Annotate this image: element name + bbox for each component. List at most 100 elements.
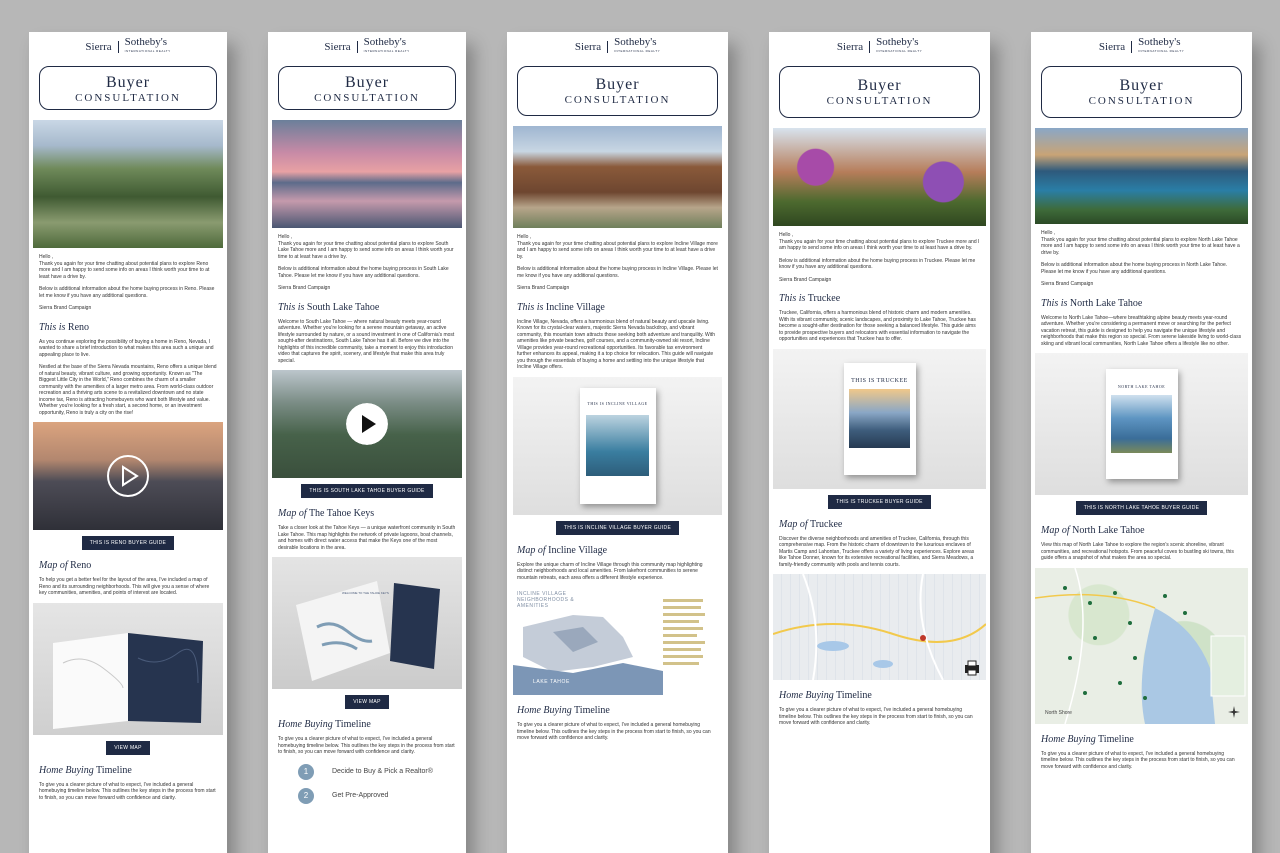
additional-info: Below is additional information about th… xyxy=(779,257,976,271)
logo: Sierra Sotheby's INTERNATIONAL REALTY xyxy=(1098,36,1185,53)
greeting: Hello , Thank you again for your time cha… xyxy=(779,232,980,251)
section-title-this-is: This is Incline Village xyxy=(517,301,605,313)
play-icon[interactable] xyxy=(106,454,150,498)
view-map-button[interactable]: VIEW MAP xyxy=(345,695,389,709)
north-lake-tahoe-map: North Shore xyxy=(1035,567,1248,724)
timeline-intro: To give you a clearer picture of what to… xyxy=(1041,750,1235,770)
area-intro: Incline Village, Nevada, offers a harmon… xyxy=(517,318,715,371)
additional-info: Below is additional information about th… xyxy=(39,286,215,299)
play-icon[interactable] xyxy=(346,403,388,445)
signature: Sierra Brand Campaign xyxy=(517,285,570,291)
email-south-lake-tahoe: Sierra Sotheby's INTERNATIONAL REALTY Buy… xyxy=(268,32,466,853)
greeting: Hello , Thank you again for your time cha… xyxy=(278,234,454,260)
section-title-map: Map of The Tahoe Keys xyxy=(278,508,375,519)
area-intro: As you continue exploring the possibilit… xyxy=(39,338,214,358)
buyer-guide-button[interactable]: THIS IS TRUCKEE BUYER GUIDE xyxy=(828,494,931,509)
map-intro: View this map of North Lake Tahoe to exp… xyxy=(1041,542,1234,561)
view-map-button[interactable]: VIEW MAP xyxy=(106,740,150,755)
south-lake-tahoe-hero-photo xyxy=(272,120,462,228)
email-north-lake-tahoe: Sierra Sotheby's INTERNATIONAL REALTY Buy… xyxy=(1031,32,1252,853)
section-title-timeline: Home Buying Timeline xyxy=(278,719,371,730)
timeline-intro: To give you a clearer picture of what to… xyxy=(779,707,973,726)
area-description: Nestled at the base of the Sierra Nevada… xyxy=(39,364,217,416)
greeting: Hello , Thank you again for your time cha… xyxy=(1041,230,1240,256)
tahoe-keys-booklet-illustration xyxy=(296,581,440,681)
reno-video-thumbnail[interactable] xyxy=(33,422,223,530)
section-title-this-is: This is South Lake Tahoe xyxy=(278,301,380,313)
north-lake-tahoe-map-markers xyxy=(1035,567,1246,724)
north-lake-tahoe-hero-photo xyxy=(1035,128,1248,224)
logo-sierra: Sierra xyxy=(85,41,119,53)
map-intro: Explore the unique charm of Incline Vill… xyxy=(517,561,703,581)
logo-sothebys: Sotheby's INTERNATIONAL REALTY xyxy=(124,36,171,54)
incline-village-hero-photo xyxy=(513,126,722,228)
section-title-timeline: Home Buying Timeline xyxy=(1041,733,1134,745)
compass-icon xyxy=(1228,705,1240,718)
section-title-map: Map of Truckee xyxy=(779,518,843,530)
timeline-intro: To give you a clearer picture of what to… xyxy=(278,736,455,755)
section-title-map: Map of Reno xyxy=(39,560,92,571)
logo: Sierra Sotheby's INTERNATIONAL REALTY xyxy=(29,32,227,62)
map-intro: Discover the diverse neighborhoods and a… xyxy=(779,535,975,568)
timeline-step-2: 2 Get Pre-Approved xyxy=(268,787,466,804)
signature: Sierra Brand Campaign xyxy=(1041,281,1094,287)
email-incline-village: Sierra Sotheby's INTERNATIONAL REALTY Buy… xyxy=(507,32,728,853)
timeline-intro: To give you a clearer picture of what to… xyxy=(39,781,216,801)
logo: Sierra Sotheby's INTERNATIONAL REALTY xyxy=(836,36,923,53)
area-intro: Welcome to North Lake Tahoe—where breath… xyxy=(1041,314,1242,347)
map-intro: Take a closer look at the Tahoe Keys — a… xyxy=(278,525,456,551)
area-intro: Truckee, California, offers a harmonious… xyxy=(779,310,976,342)
book-cover: THIS IS TRUCKEE xyxy=(843,362,916,475)
truckee-buyer-guide-book: THIS IS TRUCKEE xyxy=(773,348,986,489)
signature: Sierra Brand Campaign xyxy=(278,285,331,291)
map-legend xyxy=(663,595,719,669)
book-cover: THIS IS INCLINE VILLAGE xyxy=(579,387,656,504)
north-lake-tahoe-buyer-guide-book: NORTH LAKE TAHOE xyxy=(1035,353,1248,495)
greeting: Hello , Thank you again for your time cha… xyxy=(517,234,718,260)
email-reno: Sierra Sotheby's INTERNATIONAL REALTY Buy… xyxy=(29,32,227,853)
buyer-consultation-banner: Buyer CONSULTATION xyxy=(779,66,980,118)
buyer-guide-button[interactable]: THIS IS NORTH LAKE TAHOE BUYER GUIDE xyxy=(1075,501,1208,515)
area-intro: Welcome to South Lake Tahoe — where natu… xyxy=(278,318,455,364)
incline-village-buyer-guide-book: THIS IS INCLINE VILLAGE xyxy=(513,376,722,515)
logo: Sierra Sotheby's INTERNATIONAL REALTY xyxy=(324,36,410,53)
buyer-guide-button[interactable]: THIS IS INCLINE VILLAGE BUYER GUIDE xyxy=(555,520,680,535)
buyer-guide-button[interactable]: THIS IS RENO BUYER GUIDE xyxy=(81,536,175,550)
reno-hero-photo xyxy=(33,120,223,248)
truckee-hero-photo xyxy=(773,128,986,226)
book-title: WELCOME TO THE TAHOE KEYS xyxy=(342,591,389,595)
tahoe-keys-booklet: WELCOME TO THE TAHOE KEYS xyxy=(272,557,462,689)
section-title-this-is: This is Truckee xyxy=(779,293,841,304)
logo: Sierra Sotheby's INTERNATIONAL REALTY xyxy=(574,36,661,53)
section-title-timeline: Home Buying Timeline xyxy=(779,690,872,701)
buyer-consultation-banner: Buyer CONSULTATION xyxy=(39,66,217,110)
section-title-this-is: This is North Lake Tahoe xyxy=(1041,297,1143,309)
additional-info: Below is additional information about th… xyxy=(517,266,718,279)
showcase-stage: Sierra Sotheby's INTERNATIONAL REALTY Buy… xyxy=(0,0,1280,853)
book-cover: NORTH LAKE TAHOE xyxy=(1105,369,1178,479)
section-title-timeline: Home Buying Timeline xyxy=(39,764,132,776)
south-lake-tahoe-video-thumbnail[interactable] xyxy=(272,370,462,478)
truckee-map xyxy=(773,574,986,680)
additional-info: Below is additional information about th… xyxy=(1041,262,1228,275)
section-title-map: Map of North Lake Tahoe xyxy=(1041,525,1145,536)
email-truckee: Sierra Sotheby's INTERNATIONAL REALTY Buy… xyxy=(769,32,990,853)
section-title-timeline: Home Buying Timeline xyxy=(517,705,610,716)
signature: Sierra Brand Campaign xyxy=(779,276,832,283)
buyer-consultation-banner: Buyer CONSULTATION xyxy=(1041,66,1242,118)
timeline-intro: To give you a clearer picture of what to… xyxy=(517,722,711,741)
buyer-guide-button[interactable]: THIS IS SOUTH LAKE TAHOE BUYER GUIDE xyxy=(301,484,433,498)
buyer-consultation-banner: Buyer CONSULTATION xyxy=(517,66,718,116)
additional-info: Below is additional information about th… xyxy=(278,266,449,279)
print-icon[interactable] xyxy=(964,660,980,676)
map-intro: To help you get a better feel for the la… xyxy=(39,577,210,596)
section-title-this-is: This is Reno xyxy=(39,321,90,333)
incline-village-neighborhood-map: INCLINE VILLAGE NEIGHBORHOODS & AMENITIE… xyxy=(513,587,722,695)
signature: Sierra Brand Campaign xyxy=(39,305,92,311)
map-booklet-illustration xyxy=(53,632,203,729)
timeline-step-1: 1 Decide to Buy & Pick a Realtor® xyxy=(268,763,466,780)
section-title-map: Map of Incline Village xyxy=(517,544,608,556)
greeting: Hello , Thank you again for your time cha… xyxy=(39,254,210,280)
truckee-map-roads xyxy=(773,574,986,680)
reno-map-booklet xyxy=(33,602,223,735)
